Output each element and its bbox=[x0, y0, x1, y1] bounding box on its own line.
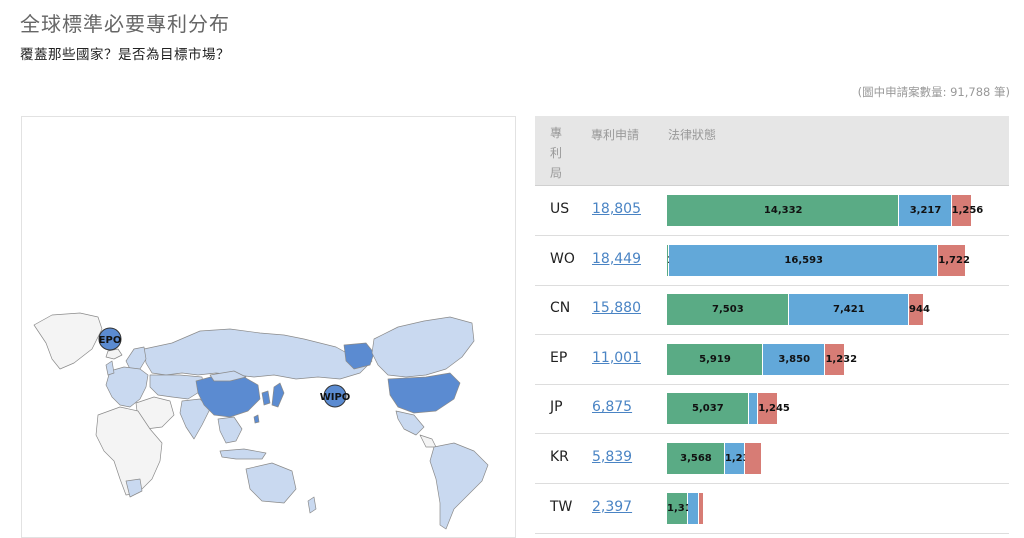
map-marker-epo-label: EPO bbox=[99, 335, 122, 346]
map-marker-epo[interactable]: EPO bbox=[98, 327, 122, 351]
table-row: US 18,805 14,332 3,217 1,256 bbox=[535, 186, 1009, 236]
map-country-indonesia bbox=[219, 448, 267, 460]
map-country-japan bbox=[271, 382, 285, 408]
map-marker-wipo-label: WIPO bbox=[320, 392, 351, 403]
bar-segment-label: 1,245 bbox=[758, 403, 790, 415]
bar-segment[interactable] bbox=[698, 492, 704, 524]
bar-segment-label: 3,217 bbox=[909, 205, 942, 216]
bar-segment-label: 3,850 bbox=[778, 353, 811, 365]
map-country-central-asia bbox=[149, 374, 205, 400]
world-map-panel: EPO WIPO bbox=[21, 116, 516, 538]
table-row: CN 15,880 7,503 7,421 944 bbox=[535, 285, 1009, 336]
application-count-link[interactable]: 5,839 bbox=[592, 449, 632, 465]
bar-segment-label: 14,332 bbox=[763, 205, 803, 216]
bar-segment[interactable] bbox=[688, 492, 698, 524]
table-row: JP 6,875 5,037 1,245 bbox=[535, 384, 1009, 435]
map-country-uk bbox=[105, 360, 115, 376]
application-count-link[interactable]: 15,880 bbox=[592, 300, 641, 316]
bar-segment-label: 1,232 bbox=[825, 353, 858, 365]
bar-segment-label: 5,037 bbox=[692, 403, 724, 415]
bar-segment-label: 944 bbox=[909, 304, 930, 316]
map-country-southeast-asia bbox=[217, 416, 243, 444]
office-code: JP bbox=[550, 399, 563, 416]
bar-segment-label: 16,593 bbox=[784, 254, 823, 266]
office-code: US bbox=[550, 201, 570, 217]
map-country-greenland bbox=[33, 312, 103, 370]
application-count-link[interactable]: 18,805 bbox=[592, 201, 641, 217]
map-country-south-america bbox=[429, 442, 489, 530]
bar-segment-label: 1,256 bbox=[951, 205, 984, 216]
page-title: 全球標準必要專利分布 bbox=[20, 12, 230, 36]
office-code: EP bbox=[550, 349, 568, 366]
bar-segment-label: 1,722 bbox=[938, 254, 970, 266]
table-header: 專利局 專利申請 法律狀態 bbox=[535, 116, 1009, 186]
bar-segment-label: 7,503 bbox=[712, 304, 744, 316]
table-row: KR 5,839 3,568 1,237 bbox=[535, 434, 1009, 484]
table-row: WO18,44913316,5931,722 bbox=[535, 236, 1009, 286]
office-code: WO bbox=[550, 250, 575, 267]
legal-status-bar: 3,568 1,237 bbox=[667, 443, 1007, 474]
patent-status-table: 專利局 專利申請 法律狀態 US 18,805 14,332 3,217 1,256 WO… bbox=[535, 116, 1009, 536]
map-country-iceland bbox=[105, 348, 123, 360]
office-code: CN bbox=[550, 300, 571, 317]
office-code: TW bbox=[550, 498, 573, 515]
legal-status-bar: 7,503 7,421 944 bbox=[667, 294, 1007, 326]
header-office: 專利局 bbox=[550, 126, 563, 180]
bar-segment-label: 3,568 bbox=[680, 453, 712, 464]
legal-status-bar: 14,332 3,217 1,256 bbox=[667, 195, 1007, 226]
legal-status-bar: 1,317 bbox=[667, 492, 1007, 524]
bar-segment-label: 5,919 bbox=[699, 353, 731, 365]
header-applications: 專利申請 bbox=[591, 128, 640, 142]
map-country-canada bbox=[371, 316, 475, 378]
map-country-new-zealand bbox=[307, 496, 317, 514]
map-country-usa bbox=[387, 372, 461, 414]
table-row: TW 2,397 1,317 bbox=[535, 484, 1009, 534]
office-code: KR bbox=[550, 449, 569, 465]
legal-status-bar: 13316,5931,722 bbox=[667, 244, 1007, 276]
header-legal-status: 法律狀態 bbox=[668, 128, 717, 142]
map-country-russia bbox=[143, 328, 373, 380]
world-map: EPO WIPO bbox=[33, 312, 489, 530]
map-country-central-america bbox=[419, 434, 437, 448]
bar-segment-label: 7,421 bbox=[833, 304, 865, 316]
map-country-korea bbox=[261, 390, 271, 406]
application-count-link[interactable]: 18,449 bbox=[592, 251, 641, 267]
legal-status-bar: 5,919 3,850 1,232 bbox=[667, 343, 1007, 375]
application-count-link[interactable]: 6,875 bbox=[592, 399, 632, 415]
bar-segment[interactable] bbox=[748, 393, 758, 425]
application-count-note: (圖中申請案數量: 91,788 筆) bbox=[857, 85, 1010, 99]
application-count-link[interactable]: 11,001 bbox=[592, 350, 641, 366]
bar-segment[interactable] bbox=[744, 443, 761, 474]
application-count-link[interactable]: 2,397 bbox=[592, 499, 632, 515]
legal-status-bar: 5,037 1,245 bbox=[667, 393, 1007, 425]
map-marker-wipo[interactable]: WIPO bbox=[320, 384, 351, 408]
page-subtitle: 覆蓋那些國家？是否為目標市場？ bbox=[20, 47, 230, 63]
table-row: EP 11,001 5,919 3,850 1,232 bbox=[535, 335, 1009, 385]
map-country-australia bbox=[245, 462, 297, 504]
map-country-mexico bbox=[395, 410, 425, 436]
map-country-taiwan bbox=[253, 414, 260, 424]
